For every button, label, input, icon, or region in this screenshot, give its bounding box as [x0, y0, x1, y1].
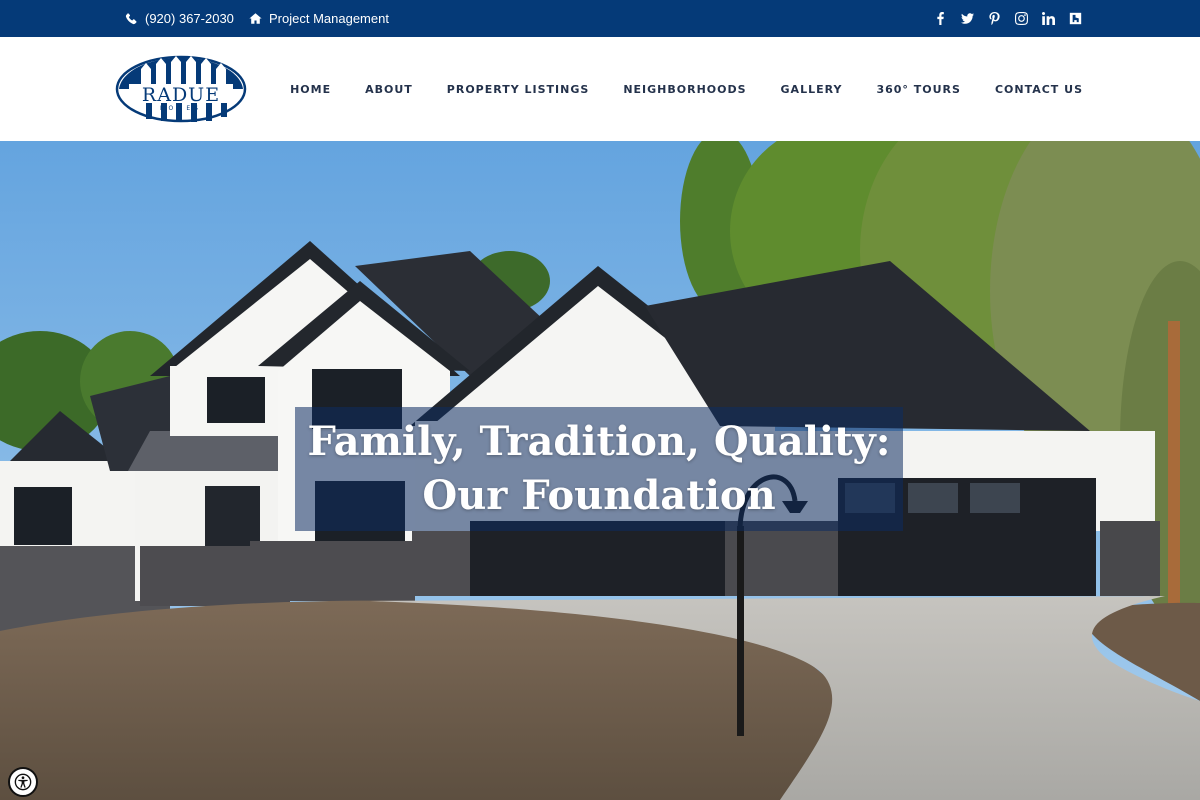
top-bar: (920) 367-2030 Project Management	[0, 0, 1200, 37]
hero-banner: Family, Tradition, Quality: Our Foundati…	[0, 141, 1200, 800]
phone-link[interactable]: (920) 367-2030	[125, 0, 234, 37]
twitter-icon[interactable]	[960, 12, 974, 26]
nav-about[interactable]: ABOUT	[365, 83, 413, 96]
nav-gallery[interactable]: GALLERY	[781, 83, 843, 96]
site-header: RADUE HOMES HOME ABOUT PROPERTY LISTINGS…	[0, 37, 1200, 141]
home-icon	[249, 13, 262, 24]
main-nav: HOME ABOUT PROPERTY LISTINGS NEIGHBORHOO…	[290, 37, 1083, 141]
logo-name: RADUE	[142, 84, 220, 106]
nav-neighborhoods[interactable]: NEIGHBORHOODS	[623, 83, 746, 96]
pinterest-icon[interactable]	[987, 12, 1001, 26]
phone-icon	[125, 12, 137, 25]
nav-contact-us[interactable]: CONTACT US	[995, 83, 1083, 96]
project-management-link[interactable]: Project Management	[249, 0, 389, 37]
project-management-label: Project Management	[269, 11, 389, 26]
nav-property-listings[interactable]: PROPERTY LISTINGS	[447, 83, 590, 96]
hero-headline-line2: Our Foundation	[422, 472, 776, 519]
instagram-icon[interactable]	[1014, 12, 1028, 26]
radue-homes-logo[interactable]: RADUE HOMES	[115, 55, 247, 123]
linkedin-icon[interactable]	[1041, 12, 1055, 26]
logo-sub: HOMES	[160, 105, 202, 112]
hero-headline-box: Family, Tradition, Quality: Our Foundati…	[295, 407, 903, 531]
social-links	[933, 0, 1082, 37]
facebook-icon[interactable]	[933, 12, 947, 26]
nav-home[interactable]: HOME	[290, 83, 331, 96]
phone-number: (920) 367-2030	[145, 11, 234, 26]
houzz-icon[interactable]	[1068, 12, 1082, 26]
accessibility-icon[interactable]	[8, 767, 38, 797]
nav-360-tours[interactable]: 360° TOURS	[876, 83, 960, 96]
hero-headline-line1: Family, Tradition, Quality:	[307, 418, 891, 465]
